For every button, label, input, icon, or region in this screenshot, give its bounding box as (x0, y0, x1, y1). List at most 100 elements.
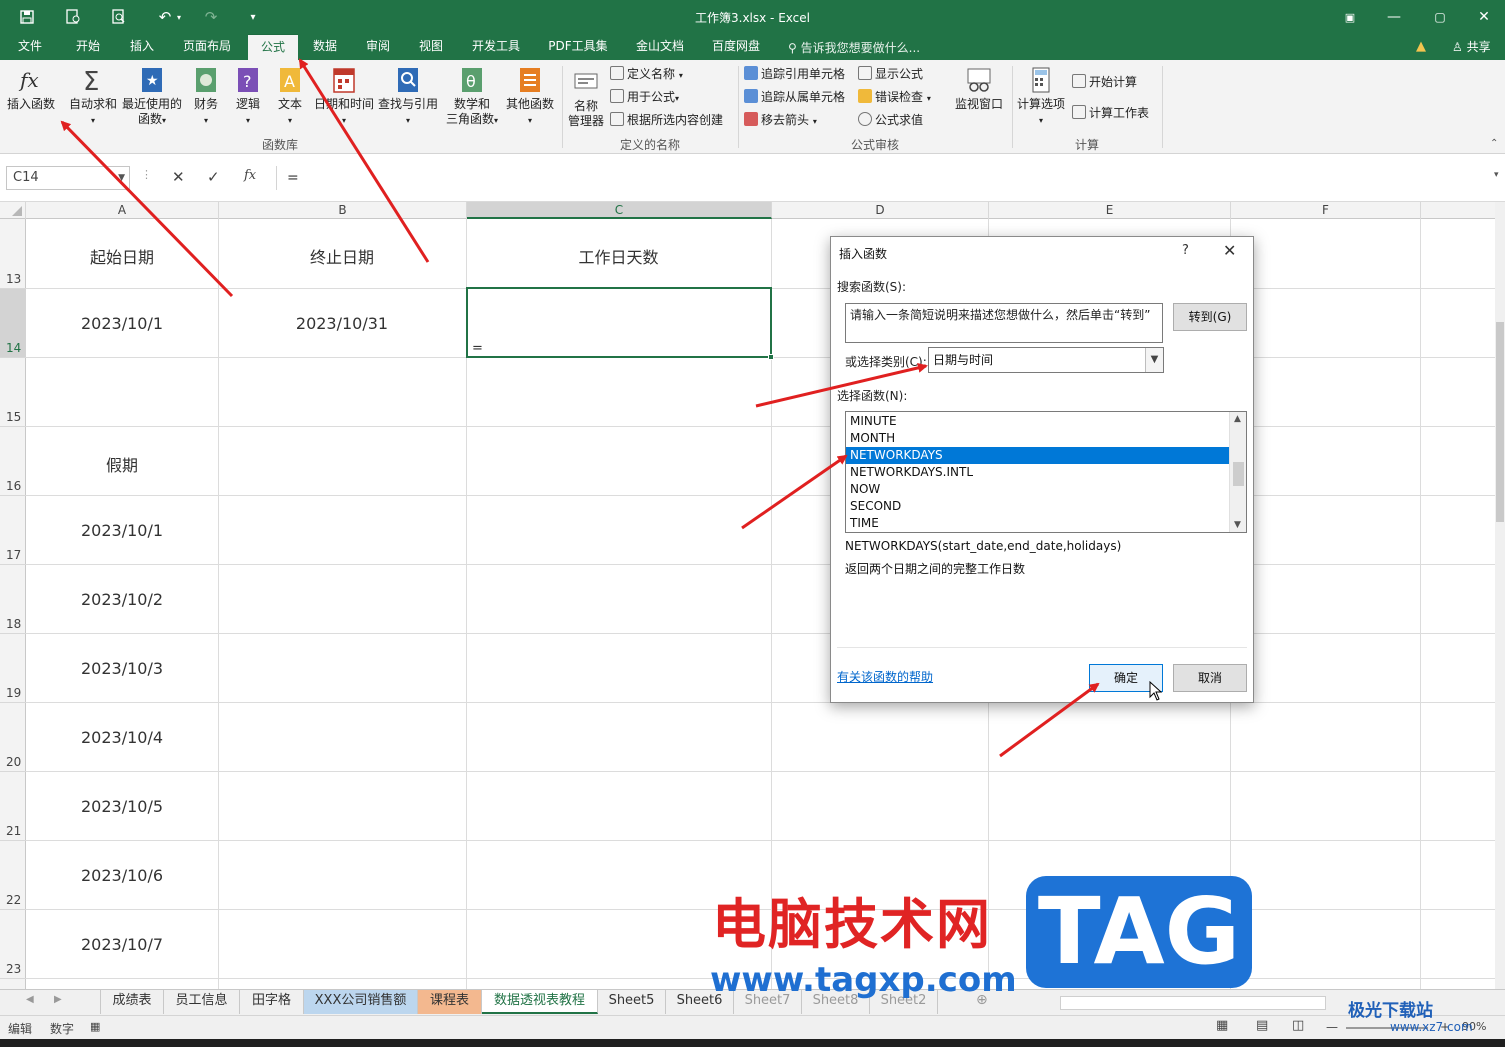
cancel-entry-icon[interactable]: ✕ (172, 168, 185, 186)
function-list-item[interactable]: NOW (846, 481, 1230, 498)
category-select[interactable]: 日期与时间 ▼ (928, 347, 1164, 373)
logical-button[interactable]: ? 逻辑 ▾ (228, 66, 268, 128)
column-header-e[interactable]: E (989, 202, 1231, 219)
sheet-tab[interactable]: XXX公司销售额 (304, 990, 418, 1014)
sheet-tab-active[interactable]: 数据透视表教程 (482, 990, 598, 1014)
zoom-out-icon[interactable]: — (1326, 1020, 1338, 1034)
row-header-19[interactable]: 19 (0, 634, 26, 703)
row-header-14[interactable]: 14 (0, 289, 26, 358)
function-list-item[interactable]: TIME (846, 515, 1230, 532)
normal-view-icon[interactable]: ▦ (1216, 1018, 1228, 1033)
error-checking-button[interactable]: 错误检查 ▾ (858, 87, 931, 107)
cell-c13[interactable]: 工作日天数 (466, 244, 771, 268)
calc-sheet-button[interactable]: 计算工作表 (1072, 103, 1149, 123)
tab-developer[interactable]: 开发工具 (464, 34, 528, 60)
financial-button[interactable]: 财务 ▾ (186, 66, 226, 128)
math-trig-button[interactable]: θ 数学和 三角函数▾ (444, 66, 500, 128)
tab-data[interactable]: 数据 (304, 34, 346, 60)
function-list[interactable]: MINUTE MONTH NETWORKDAYS NETWORKDAYS.INT… (845, 411, 1247, 533)
create-from-selection-button[interactable]: 根据所选内容创建 (610, 110, 723, 130)
function-list-item[interactable]: MONTH (846, 430, 1230, 447)
tab-review[interactable]: 审阅 (356, 34, 400, 60)
remove-arrows-button[interactable]: 移去箭头 ▾ (744, 110, 817, 130)
cell-a20[interactable]: 2023/10/4 (26, 728, 218, 747)
worksheet-grid[interactable]: 起始日期 终止日期 工作日天数 2023/10/1 2023/10/31 假期 … (26, 219, 1495, 989)
function-list-scrollbar[interactable]: ▲ ▼ (1229, 412, 1246, 532)
cell-a13[interactable]: 起始日期 (26, 244, 218, 268)
function-list-item[interactable]: SECOND (846, 498, 1230, 515)
share-button[interactable]: ♙ 共享 (1452, 38, 1491, 55)
scrollbar-thumb[interactable] (1496, 322, 1504, 522)
row-header-23[interactable]: 23 (0, 910, 26, 979)
cell-a22[interactable]: 2023/10/6 (26, 866, 218, 885)
show-formulas-button[interactable]: 显示公式 (858, 64, 923, 84)
column-header-b[interactable]: B (219, 202, 467, 219)
trace-precedents-button[interactable]: 追踪引用单元格 (744, 64, 845, 84)
collapse-ribbon-icon[interactable]: ⌃ (1490, 138, 1498, 149)
tab-baidu-netdisk[interactable]: 百度网盘 (704, 34, 768, 60)
fx-icon[interactable]: fx (244, 168, 256, 183)
help-icon[interactable]: ? (1182, 243, 1189, 258)
calc-options-button[interactable]: 计算选项 ▾ (1014, 66, 1068, 128)
define-name-button[interactable]: 定义名称 ▾ (610, 64, 683, 84)
ribbon-display-icon[interactable]: ▣ (1330, 6, 1370, 28)
minimize-button[interactable]: — (1374, 6, 1414, 28)
goto-button[interactable]: 转到(G) (1173, 303, 1247, 331)
cancel-button[interactable]: 取消 (1173, 664, 1247, 692)
tab-page-layout[interactable]: 页面布局 (176, 34, 238, 60)
more-functions-button[interactable]: 其他函数 ▾ (502, 66, 558, 128)
tell-me-box[interactable]: ⚲ 告诉我您想要做什么... (788, 39, 920, 56)
fill-handle[interactable] (768, 354, 774, 360)
recent-functions-button[interactable]: ★ 最近使用的 函数▾ (120, 66, 184, 128)
text-button[interactable]: A 文本 ▾ (270, 66, 310, 128)
cell-a21[interactable]: 2023/10/5 (26, 797, 218, 816)
chevron-up-icon[interactable]: ▲ (1234, 414, 1241, 424)
row-header-22[interactable]: 22 (0, 841, 26, 910)
tab-pdf-tools[interactable]: PDF工具集 (540, 34, 616, 60)
row-header-15[interactable]: 15 (0, 358, 26, 427)
expand-formula-icon[interactable]: ▾ (1494, 170, 1499, 180)
cell-a16[interactable]: 假期 (26, 452, 218, 476)
column-header-d[interactable]: D (772, 202, 989, 219)
sheet-tab[interactable]: 课程表 (418, 990, 482, 1014)
prev-sheet-icon[interactable]: ◀ (26, 994, 34, 1005)
sheet-tab[interactable]: 田字格 (240, 990, 304, 1014)
function-list-item-selected[interactable]: NETWORKDAYS (846, 447, 1230, 464)
cell-a19[interactable]: 2023/10/3 (26, 659, 218, 678)
sheet-tab[interactable]: 成绩表 (100, 990, 164, 1014)
cell-b14[interactable]: 2023/10/31 (218, 314, 466, 333)
row-header-20[interactable]: 20 (0, 703, 26, 772)
formula-input[interactable]: = (276, 166, 1496, 190)
row-header-18[interactable]: 18 (0, 565, 26, 634)
tab-file[interactable]: 文件 (8, 34, 52, 60)
lookup-button[interactable]: 查找与引用 ▾ (376, 66, 440, 128)
select-all-corner[interactable] (0, 202, 26, 219)
cell-a23[interactable]: 2023/10/7 (26, 935, 218, 954)
trace-dependents-button[interactable]: 追踪从属单元格 (744, 87, 845, 107)
function-help-link[interactable]: 有关该函数的帮助 (837, 668, 933, 685)
row-header-21[interactable]: 21 (0, 772, 26, 841)
close-button[interactable]: ✕ (1464, 6, 1504, 28)
sheet-tab[interactable]: Sheet5 (598, 990, 666, 1014)
insert-function-button[interactable]: fx 插入函数 (4, 66, 58, 112)
tab-formulas[interactable]: 公式 (248, 34, 298, 60)
tab-insert[interactable]: 插入 (120, 34, 164, 60)
cell-a18[interactable]: 2023/10/2 (26, 590, 218, 609)
close-icon[interactable]: ✕ (1223, 241, 1236, 260)
next-sheet-icon[interactable]: ▶ (54, 994, 62, 1005)
calc-now-button[interactable]: 开始计算 (1072, 72, 1137, 92)
autosum-button[interactable]: Σ 自动求和 ▾ (66, 66, 120, 128)
watch-window-button[interactable]: 监视窗口 (950, 66, 1008, 112)
column-header-c[interactable]: C (467, 202, 772, 219)
page-layout-view-icon[interactable]: ▤ (1256, 1018, 1268, 1033)
row-header-17[interactable]: 17 (0, 496, 26, 565)
use-in-formula-button[interactable]: 用于公式▾ (610, 87, 679, 107)
cell-a14[interactable]: 2023/10/1 (26, 314, 218, 333)
chevron-down-icon[interactable]: ▼ (118, 167, 125, 189)
function-list-item[interactable]: MINUTE (846, 413, 1230, 430)
row-header-13[interactable]: 13 (0, 219, 26, 289)
horizontal-scrollbar[interactable] (1060, 996, 1326, 1010)
cell-b13[interactable]: 终止日期 (218, 244, 466, 268)
macro-record-icon[interactable]: ▦ (90, 1020, 100, 1033)
row-header-16[interactable]: 16 (0, 427, 26, 496)
